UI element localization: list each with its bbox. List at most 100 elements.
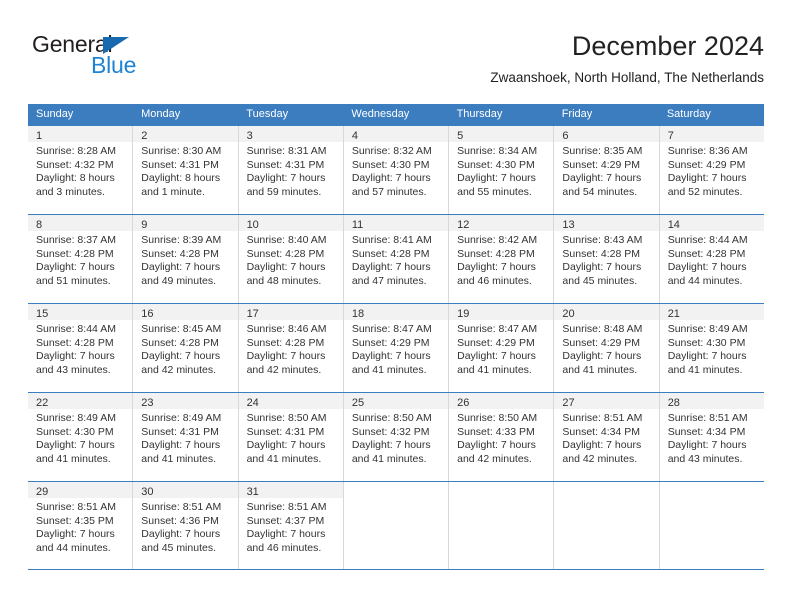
daylight-text-line1: Daylight: 7 hours (457, 350, 536, 362)
daylight-text-line1: Daylight: 7 hours (457, 261, 536, 273)
daylight-text-line2: and 47 minutes. (351, 274, 427, 287)
day-number: 4 (351, 130, 358, 142)
day-number: 16 (141, 308, 154, 320)
day-info: Sunrise: 8:44 AM Sunset: 4:28 PM Dayligh… (660, 231, 764, 288)
day-cell[interactable]: 24 Sunrise: 8:50 AM Sunset: 4:31 PM Dayl… (238, 393, 344, 481)
sunset-text: Sunset: 4:29 PM (562, 158, 641, 171)
day-cell[interactable]: 21 Sunrise: 8:49 AM Sunset: 4:30 PM Dayl… (659, 304, 764, 392)
calendar-page: General Blue December 2024 Zwaanshoek, N… (0, 0, 792, 612)
day-number-bar: 4 (343, 126, 449, 142)
day-cell[interactable]: 14 Sunrise: 8:44 AM Sunset: 4:28 PM Dayl… (659, 215, 764, 303)
day-cell[interactable]: 20 Sunrise: 8:48 AM Sunset: 4:29 PM Dayl… (554, 304, 660, 392)
daylight-text-line2: and 3 minutes. (36, 185, 105, 198)
day-cell[interactable]: 11 Sunrise: 8:41 AM Sunset: 4:28 PM Dayl… (343, 215, 450, 303)
daylight-text-line2: and 41 minutes. (351, 452, 427, 465)
day-cell-empty (660, 482, 764, 569)
day-cell[interactable]: 22 Sunrise: 8:49 AM Sunset: 4:30 PM Dayl… (28, 393, 134, 481)
daylight-text-line2: and 41 minutes. (351, 363, 427, 376)
daylight-text-line2: and 49 minutes. (141, 274, 216, 287)
sunset-text: Sunset: 4:32 PM (36, 158, 114, 171)
day-cell[interactable]: 23 Sunrise: 8:49 AM Sunset: 4:31 PM Dayl… (133, 393, 239, 481)
day-number: 24 (246, 397, 259, 409)
day-number: 6 (562, 130, 569, 142)
day-cell[interactable]: 5 Sunrise: 8:34 AM Sunset: 4:30 PM Dayli… (449, 126, 555, 214)
day-cell[interactable]: 12 Sunrise: 8:42 AM Sunset: 4:28 PM Dayl… (449, 215, 555, 303)
day-cell[interactable]: 8 Sunrise: 8:37 AM Sunset: 4:28 PM Dayli… (28, 215, 134, 303)
sunset-text: Sunset: 4:30 PM (457, 158, 535, 171)
daylight-text-line2: and 59 minutes. (246, 185, 322, 198)
day-cell[interactable]: 13 Sunrise: 8:43 AM Sunset: 4:28 PM Dayl… (554, 215, 660, 303)
sunset-text: Sunset: 4:30 PM (36, 425, 114, 438)
daylight-text-line2: and 48 minutes. (246, 274, 322, 287)
day-cell[interactable]: 15 Sunrise: 8:44 AM Sunset: 4:28 PM Dayl… (28, 304, 134, 392)
day-number: 14 (667, 219, 680, 231)
day-cell[interactable]: 30 Sunrise: 8:51 AM Sunset: 4:36 PM Dayl… (133, 482, 239, 569)
sunset-text: Sunset: 4:29 PM (667, 158, 746, 171)
page-title: December 2024 (571, 31, 764, 61)
sunset-text: Sunset: 4:28 PM (562, 247, 641, 260)
weekday-header-tuesday: Tuesday (246, 108, 289, 120)
daylight-text-line2: and 52 minutes. (667, 185, 743, 198)
day-cell[interactable]: 18 Sunrise: 8:47 AM Sunset: 4:29 PM Dayl… (343, 304, 450, 392)
daylight-text-line1: Daylight: 7 hours (36, 528, 115, 540)
daylight-text-line1: Daylight: 7 hours (141, 350, 221, 362)
day-cell[interactable]: 16 Sunrise: 8:45 AM Sunset: 4:28 PM Dayl… (133, 304, 239, 392)
daylight-text-line1: Daylight: 7 hours (246, 350, 326, 362)
day-info: Sunrise: 8:42 AM Sunset: 4:28 PM Dayligh… (449, 231, 553, 288)
day-cell[interactable]: 19 Sunrise: 8:47 AM Sunset: 4:29 PM Dayl… (449, 304, 555, 392)
daylight-text-line1: Daylight: 8 hours (141, 172, 221, 184)
sunrise-text: Sunrise: 8:28 AM (36, 145, 116, 157)
sunrise-text: Sunrise: 8:44 AM (667, 234, 748, 246)
day-info: Sunrise: 8:36 AM Sunset: 4:29 PM Dayligh… (660, 142, 764, 199)
day-number-bar: 2 (133, 126, 238, 142)
day-cell[interactable]: 3 Sunrise: 8:31 AM Sunset: 4:31 PM Dayli… (238, 126, 344, 214)
day-cell[interactable]: 10 Sunrise: 8:40 AM Sunset: 4:28 PM Dayl… (238, 215, 344, 303)
day-number-bar: 28 (659, 393, 764, 409)
daylight-text-line2: and 42 minutes. (141, 363, 216, 376)
day-cell[interactable]: 6 Sunrise: 8:35 AM Sunset: 4:29 PM Dayli… (554, 126, 660, 214)
day-cell[interactable]: 9 Sunrise: 8:39 AM Sunset: 4:28 PM Dayli… (133, 215, 239, 303)
day-number-bar: 27 (554, 393, 659, 409)
daylight-text-line2: and 57 minutes. (351, 185, 427, 198)
day-info: Sunrise: 8:32 AM Sunset: 4:30 PM Dayligh… (344, 142, 448, 199)
day-cell[interactable]: 29 Sunrise: 8:51 AM Sunset: 4:35 PM Dayl… (28, 482, 134, 569)
daylight-text-line1: Daylight: 7 hours (667, 172, 747, 184)
daylight-text-line1: Daylight: 7 hours (36, 350, 115, 362)
sunrise-text: Sunrise: 8:50 AM (246, 412, 327, 424)
day-number-bar: 11 (343, 215, 449, 231)
day-cell[interactable]: 25 Sunrise: 8:50 AM Sunset: 4:32 PM Dayl… (343, 393, 450, 481)
sunset-text: Sunset: 4:28 PM (457, 247, 535, 260)
daylight-text-line1: Daylight: 7 hours (246, 439, 326, 451)
day-info: Sunrise: 8:30 AM Sunset: 4:31 PM Dayligh… (133, 142, 237, 199)
sunset-text: Sunset: 4:28 PM (246, 247, 325, 260)
day-cell[interactable]: 7 Sunrise: 8:36 AM Sunset: 4:29 PM Dayli… (659, 126, 764, 214)
day-number: 18 (351, 308, 365, 320)
sunrise-text: Sunrise: 8:36 AM (667, 145, 748, 157)
day-cell[interactable]: 17 Sunrise: 8:46 AM Sunset: 4:28 PM Dayl… (238, 304, 344, 392)
general-blue-logo[interactable]: General Blue (32, 32, 262, 88)
day-cell[interactable]: 27 Sunrise: 8:51 AM Sunset: 4:34 PM Dayl… (554, 393, 660, 481)
day-info: Sunrise: 8:35 AM Sunset: 4:29 PM Dayligh… (554, 142, 658, 199)
day-number-bar: 14 (659, 215, 764, 231)
sunrise-text: Sunrise: 8:41 AM (351, 234, 432, 246)
day-info: Sunrise: 8:51 AM Sunset: 4:34 PM Dayligh… (554, 409, 658, 466)
sunset-text: Sunset: 4:29 PM (457, 336, 535, 349)
day-cell[interactable]: 2 Sunrise: 8:30 AM Sunset: 4:31 PM Dayli… (133, 126, 239, 214)
day-cell-empty (344, 482, 450, 569)
day-cell[interactable]: 31 Sunrise: 8:51 AM Sunset: 4:37 PM Dayl… (238, 482, 344, 569)
day-number: 12 (457, 219, 470, 231)
day-number-bar: 16 (133, 304, 238, 320)
daylight-text-line2: and 41 minutes. (457, 363, 532, 376)
day-cell[interactable]: 1 Sunrise: 8:28 AM Sunset: 4:32 PM Dayli… (28, 126, 134, 214)
day-info: Sunrise: 8:46 AM Sunset: 4:28 PM Dayligh… (239, 320, 343, 377)
sunrise-text: Sunrise: 8:51 AM (246, 501, 327, 513)
sunrise-text: Sunrise: 8:49 AM (141, 412, 222, 424)
day-cell[interactable]: 4 Sunrise: 8:32 AM Sunset: 4:30 PM Dayli… (343, 126, 450, 214)
day-cell[interactable]: 26 Sunrise: 8:50 AM Sunset: 4:33 PM Dayl… (449, 393, 555, 481)
sunset-text: Sunset: 4:29 PM (562, 336, 641, 349)
day-cell[interactable]: 28 Sunrise: 8:51 AM Sunset: 4:34 PM Dayl… (659, 393, 764, 481)
day-number-bar: 22 (28, 393, 133, 409)
day-info: Sunrise: 8:39 AM Sunset: 4:28 PM Dayligh… (133, 231, 237, 288)
daylight-text-line2: and 41 minutes. (562, 363, 638, 376)
day-info: Sunrise: 8:34 AM Sunset: 4:30 PM Dayligh… (449, 142, 553, 199)
